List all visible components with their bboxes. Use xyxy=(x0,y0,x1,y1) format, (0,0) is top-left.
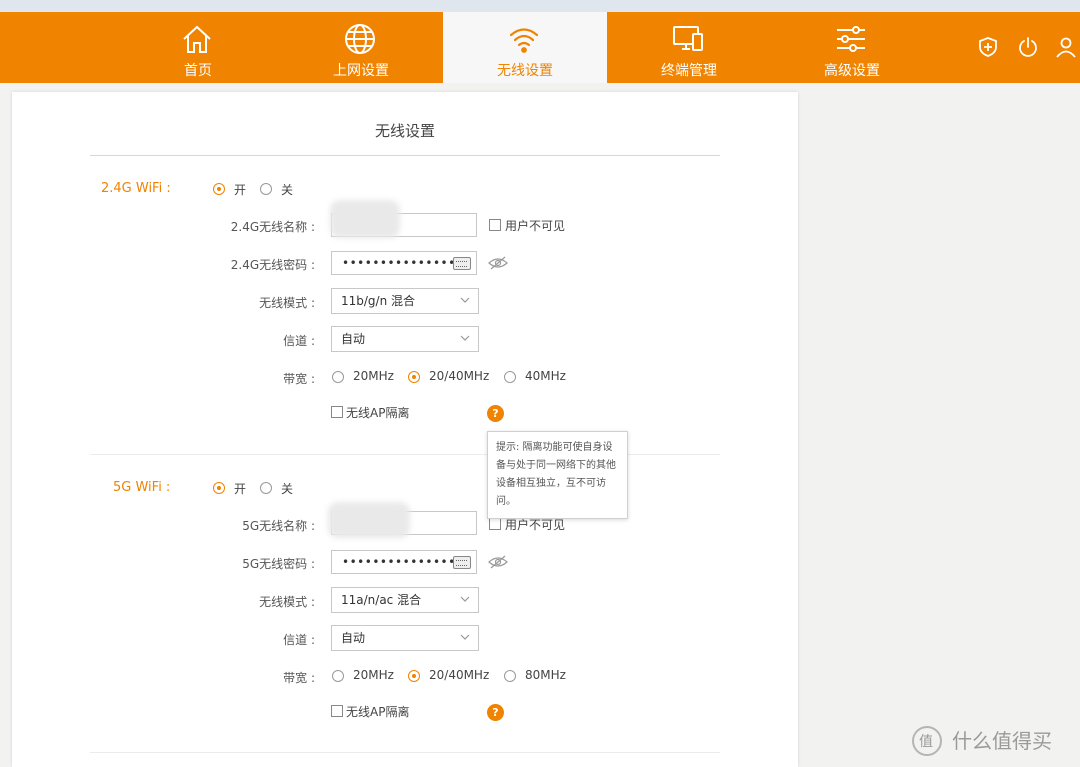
sliders-icon xyxy=(837,26,865,52)
wifi5-channel-select[interactable]: 自动 xyxy=(331,625,479,651)
wifi5-isolation-checkbox[interactable] xyxy=(331,705,343,717)
nav-item-internet-settings[interactable]: 上网设置 xyxy=(279,12,443,83)
wifi5-off-label: 关 xyxy=(281,482,294,496)
wifi24-bandwidth-label: 带宽 : xyxy=(283,372,315,386)
chevron-down-icon xyxy=(460,335,470,341)
globe-icon xyxy=(345,24,375,54)
wifi5-bw-80-label: 80MHz xyxy=(525,668,566,682)
wifi5-isolation-label: 无线AP隔离 xyxy=(346,705,410,719)
nav-item-label: 无线设置 xyxy=(497,63,553,79)
wifi24-channel-select[interactable]: 自动 xyxy=(331,326,479,352)
eye-hidden-icon[interactable] xyxy=(488,555,508,569)
shield-plus-icon[interactable] xyxy=(977,36,999,58)
wifi24-hidden-label: 用户不可见 xyxy=(505,219,566,233)
wifi24-mode-select[interactable]: 11b/g/n 混合 xyxy=(331,288,479,314)
eye-hidden-icon[interactable] xyxy=(488,256,508,270)
nav-item-device-management[interactable]: 终端管理 xyxy=(607,12,771,83)
wifi24-bw-20-radio[interactable] xyxy=(332,371,344,383)
wifi5-channel-label: 信道 : xyxy=(283,633,315,647)
nav-item-label: 首页 xyxy=(184,63,212,79)
wifi24-isolation-help-icon[interactable]: ? xyxy=(487,405,504,422)
nav-item-advanced-settings[interactable]: 高级设置 xyxy=(770,12,934,83)
chevron-down-icon xyxy=(460,297,470,303)
wifi24-section-label: 2.4G WiFi : xyxy=(101,181,171,196)
wifi24-password-label: 2.4G无线密码 : xyxy=(230,258,315,272)
wifi24-channel-label: 信道 : xyxy=(283,334,315,348)
select-value: 11b/g/n 混合 xyxy=(341,294,416,308)
wifi24-bw-40-radio[interactable] xyxy=(504,371,516,383)
wifi5-bw-2040-label: 20/40MHz xyxy=(429,668,490,682)
wifi24-isolation-checkbox[interactable] xyxy=(331,406,343,418)
redaction-blur xyxy=(330,200,400,238)
wifi24-bw-2040-label: 20/40MHz xyxy=(429,369,490,383)
wifi5-ssid-label: 5G无线名称 : xyxy=(242,519,315,533)
chevron-down-icon xyxy=(460,596,470,602)
password-value: ••••••••••••••• xyxy=(342,256,456,270)
wifi24-bw-20-label: 20MHz xyxy=(353,369,394,383)
wifi5-on-radio[interactable] xyxy=(213,482,225,494)
wifi5-bw-20-label: 20MHz xyxy=(353,668,394,682)
isolation-tooltip: 提示: 隔离功能可使自身设备与处于同一网络下的其他设备相互独立，互不可访问。 xyxy=(487,431,628,519)
wifi5-bw-80-radio[interactable] xyxy=(504,670,516,682)
wifi5-section-label: 5G WiFi : xyxy=(113,480,171,495)
nav-item-label: 高级设置 xyxy=(824,63,880,79)
keyboard-icon[interactable] xyxy=(453,556,471,569)
wifi5-mode-label: 无线模式 : xyxy=(259,595,315,609)
wifi5-off-radio[interactable] xyxy=(260,482,272,494)
password-value: ••••••••••••••• xyxy=(342,555,456,569)
watermark-text: 什么值得买 xyxy=(952,729,1052,753)
wifi24-hidden-checkbox[interactable] xyxy=(489,219,501,231)
wifi24-bw-2040-radio[interactable] xyxy=(408,371,420,383)
home-icon xyxy=(183,25,211,53)
select-value: 自动 xyxy=(341,631,366,645)
wireless-settings-panel: 无线设置 2.4G WiFi : 开 关 2.4G无线名称 : 用户不可见 2.… xyxy=(12,92,798,767)
chevron-down-icon xyxy=(460,634,470,640)
watermark-logo-icon xyxy=(912,726,942,756)
wifi24-isolation-label: 无线AP隔离 xyxy=(346,406,410,420)
keyboard-icon[interactable] xyxy=(453,257,471,270)
devices-icon xyxy=(673,26,703,51)
wifi5-password-label: 5G无线密码 : xyxy=(242,557,315,571)
wifi5-on-label: 开 xyxy=(234,482,247,496)
wifi5-password-input[interactable]: ••••••••••••••• xyxy=(331,550,477,574)
nav-item-home[interactable]: 首页 xyxy=(116,12,280,83)
nav-item-label: 终端管理 xyxy=(661,63,717,79)
redaction-blur xyxy=(328,502,410,538)
wifi24-on-radio[interactable] xyxy=(213,183,225,195)
wifi5-mode-select[interactable]: 11a/n/ac 混合 xyxy=(331,587,479,613)
power-icon[interactable] xyxy=(1017,36,1039,58)
wifi24-mode-label: 无线模式 : xyxy=(259,296,315,310)
wifi24-off-label: 关 xyxy=(281,183,294,197)
nav-item-wireless-settings[interactable]: 无线设置 xyxy=(443,12,607,83)
wifi5-bw-2040-radio[interactable] xyxy=(408,670,420,682)
page-title: 无线设置 xyxy=(374,122,435,140)
wifi24-bw-40-label: 40MHz xyxy=(525,369,566,383)
wifi24-off-radio[interactable] xyxy=(260,183,272,195)
wifi24-password-input[interactable]: ••••••••••••••• xyxy=(331,251,477,275)
top-navigation-bar: 首页 上网设置 无线设置 终端管理 高级设置 xyxy=(0,12,1080,83)
nav-item-label: 上网设置 xyxy=(333,63,389,79)
wifi5-hidden-checkbox[interactable] xyxy=(489,518,501,530)
select-value: 自动 xyxy=(341,332,366,346)
title-divider xyxy=(90,155,720,156)
wifi-icon xyxy=(509,28,539,53)
wifi24-ssid-label: 2.4G无线名称 : xyxy=(230,220,315,234)
wifi5-bw-20-radio[interactable] xyxy=(332,670,344,682)
select-value: 11a/n/ac 混合 xyxy=(341,593,422,607)
wifi24-on-label: 开 xyxy=(234,183,247,197)
user-icon[interactable] xyxy=(1055,36,1077,58)
wifi5-bandwidth-label: 带宽 : xyxy=(283,671,315,685)
section-divider xyxy=(90,752,720,753)
wifi5-isolation-help-icon[interactable]: ? xyxy=(487,704,504,721)
